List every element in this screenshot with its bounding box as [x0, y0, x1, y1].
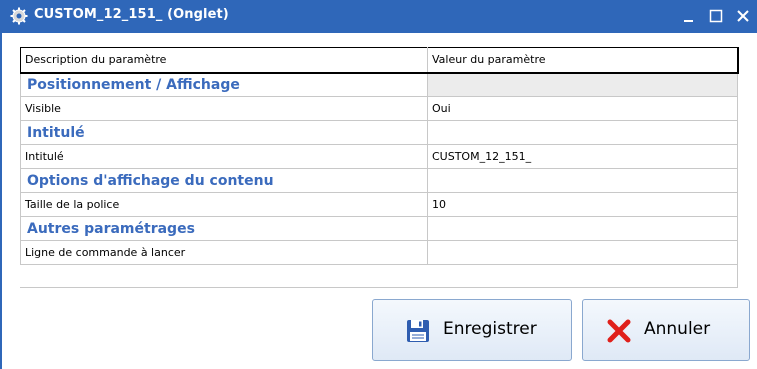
- section-title: Options d'affichage du contenu: [20, 168, 428, 193]
- close-icon[interactable]: [733, 6, 753, 26]
- save-button[interactable]: Enregistrer: [372, 299, 572, 361]
- section-value-cell: [427, 120, 738, 145]
- floppy-disk-icon: [407, 320, 429, 342]
- table-row[interactable]: Visible Oui: [20, 96, 738, 121]
- section-row: Intitulé: [20, 120, 738, 145]
- parameter-value[interactable]: Oui: [427, 96, 738, 121]
- column-header-description[interactable]: Description du paramètre: [20, 47, 428, 74]
- red-x-icon: [607, 319, 631, 343]
- grid-header-row: Description du paramètre Valeur du param…: [20, 47, 739, 74]
- section-value-cell: [427, 168, 738, 193]
- dialog-window: CUSTOM_12_151_ (Onglet) Description du p…: [0, 0, 757, 369]
- save-button-label: Enregistrer: [443, 319, 537, 339]
- parameter-value[interactable]: CUSTOM_12_151_: [427, 144, 738, 169]
- cancel-button[interactable]: Annuler: [582, 299, 750, 361]
- section-row: Autres paramétrages: [20, 216, 738, 241]
- cancel-button-label: Annuler: [644, 319, 711, 339]
- parameter-label: Taille de la police: [20, 192, 428, 217]
- title-bar[interactable]: CUSTOM_12_151_ (Onglet): [2, 0, 757, 33]
- maximize-icon[interactable]: [706, 6, 726, 26]
- section-title: Positionnement / Affichage: [20, 72, 428, 97]
- parameter-label: Visible: [20, 96, 428, 121]
- table-row[interactable]: Ligne de commande à lancer: [20, 240, 738, 265]
- section-value-cell: [427, 216, 738, 241]
- parameter-label: Ligne de commande à lancer: [20, 240, 428, 265]
- section-row: Options d'affichage du contenu: [20, 168, 738, 193]
- column-header-value[interactable]: Valeur du paramètre: [427, 47, 739, 74]
- section-row: Positionnement / Affichage: [20, 72, 738, 97]
- window-title: CUSTOM_12_151_ (Onglet): [34, 7, 229, 22]
- parameter-value[interactable]: 10: [427, 192, 738, 217]
- table-row[interactable]: Taille de la police 10: [20, 192, 738, 217]
- gear-icon: [10, 7, 28, 25]
- section-title: Intitulé: [20, 120, 428, 145]
- section-title: Autres paramétrages: [20, 216, 428, 241]
- parameter-label: Intitulé: [20, 144, 428, 169]
- minimize-icon[interactable]: [679, 6, 699, 26]
- parameter-grid: Description du paramètre Valeur du param…: [20, 47, 739, 288]
- parameter-value[interactable]: [427, 240, 738, 265]
- table-row[interactable]: Intitulé CUSTOM_12_151_: [20, 144, 738, 169]
- section-value-cell: [427, 72, 738, 97]
